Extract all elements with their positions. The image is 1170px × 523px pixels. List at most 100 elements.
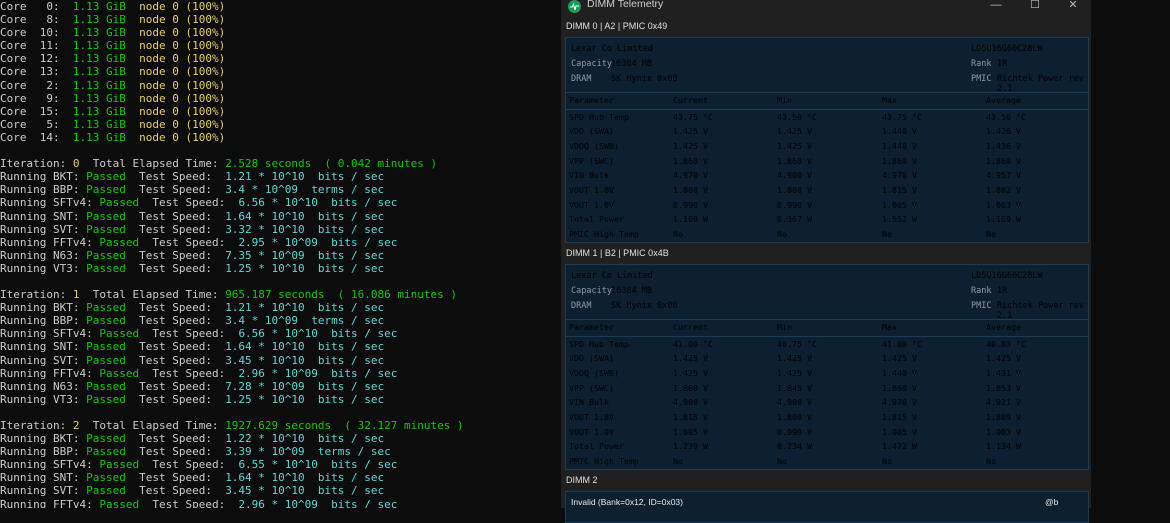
test-speed-label: Test Speed: xyxy=(139,379,226,393)
table-cell: 40.83 °C xyxy=(986,338,1026,349)
test-speed-label: Test Speed: xyxy=(152,327,239,341)
table-row: SPD Hub Temp 41.00 °C 40.75 °C 41.00 °C 40.8… xyxy=(566,337,1088,352)
test-pad xyxy=(139,196,152,209)
test-speed-value: 3.45 * 10^10 bits / sec xyxy=(225,484,385,498)
table-cell: VDDQ (SWB) xyxy=(569,367,619,378)
dimm-1-info: Lexar Co Limited LD5U16G60C28LW Capacity… xyxy=(566,265,1088,321)
core-id: Core 9: xyxy=(0,91,60,105)
test-status: Passed xyxy=(86,471,126,485)
pmic-label: PMIC xyxy=(971,74,992,84)
test-status: Passed xyxy=(99,327,140,341)
test-speed-value: 1.64 * 10^10 bits / sec xyxy=(225,340,385,354)
test-line: Running BBP: Passed Test Speed: 3.4 * 10… xyxy=(0,183,560,196)
test-speed-value: 1.64 * 10^10 bits / sec xyxy=(225,209,385,223)
table-row: VIN Bulk 4.900 V 4.900 V 4.970 V 4.921 V xyxy=(566,395,1088,410)
table-cell: VIN Bulk xyxy=(569,170,609,181)
test-speed-label: Test Speed: xyxy=(139,314,226,328)
maximize-button[interactable]: ☐ xyxy=(1017,0,1053,13)
core-node: node 0 (100%) xyxy=(139,91,226,105)
table-cell: 1.552 W xyxy=(882,214,917,225)
dimm-1-header: DIMM 1 | B2 | PMIC 0x4B xyxy=(566,248,669,258)
test-name: Running SNT: xyxy=(0,471,87,485)
core-line: Core 9: 1.13 GiB node 0 (100%) xyxy=(0,92,560,105)
test-pad xyxy=(126,354,139,367)
table-cell: No xyxy=(673,456,683,466)
test-speed-value: 1.25 * 10^10 bits / sec xyxy=(225,261,385,275)
table-row: VOUT 1.0V 0.990 V 0.990 V 1.005 V 1.003 V xyxy=(566,198,1088,213)
table-cell: 1.472 W xyxy=(882,441,917,452)
dimm-part-number: LD5U16G60C28LW xyxy=(971,44,1043,54)
elapsed-time: 1927.629 seconds ( 32.127 minutes ) xyxy=(225,419,464,432)
test-speed-label: Test Speed: xyxy=(139,445,226,459)
core-memory: 1.13 GiB xyxy=(72,117,126,131)
test-name: Running BKT: xyxy=(0,170,87,184)
table-cell: 1.431 V xyxy=(986,367,1021,378)
table-cell: VIN Bulk xyxy=(569,397,609,408)
core-node: node 0 (100%) xyxy=(139,26,226,40)
test-status: Passed xyxy=(86,183,126,197)
table-cell: 1.005 V xyxy=(673,426,708,437)
table-cell: 1.425 V xyxy=(673,367,708,378)
table-cell: 43.75 °C xyxy=(882,111,922,122)
test-status: Passed xyxy=(86,379,126,393)
close-button[interactable]: ✕ xyxy=(1055,0,1091,13)
rank-value: 1R xyxy=(997,286,1008,296)
table-cell: 43.50 °C xyxy=(777,111,817,122)
minimize-button[interactable]: — xyxy=(978,0,1014,13)
test-status: Passed xyxy=(86,445,126,459)
table-cell: VPP (SWC) xyxy=(569,155,614,166)
test-pad xyxy=(139,498,152,508)
dram-label: DRAM xyxy=(571,74,592,84)
table-cell: 1.425 V xyxy=(882,353,917,364)
table-header: Parameter Current Min Max Average xyxy=(566,320,1088,337)
title-bar[interactable]: DIMM Telemetry — ☐ ✕ xyxy=(561,0,1091,17)
core-id: Core 12: xyxy=(0,52,60,66)
test-line: Running N63: Passed Test Speed: 7.35 * 1… xyxy=(0,249,560,262)
test-speed-value: 3.39 * 10^09 terms / sec xyxy=(225,445,391,459)
test-name: Running N63: xyxy=(0,248,87,262)
test-pad xyxy=(126,210,139,223)
column-header: Min xyxy=(777,95,792,105)
core-memory: 1.13 GiB xyxy=(72,78,126,92)
column-header: Average xyxy=(986,95,1021,105)
core-node: node 0 (100%) xyxy=(139,117,226,131)
test-line: Running SVT: Passed Test Speed: 3.45 * 1… xyxy=(0,354,560,367)
test-status: Passed xyxy=(86,261,126,275)
core-memory: 1.13 GiB xyxy=(72,130,126,144)
iteration-header: Iteration: 2 Total Elapsed Time: 1927.62… xyxy=(0,419,560,432)
dimm-0-info: Lexar Co Limited LD5U16G60C28LW Capacity… xyxy=(566,38,1088,94)
table-cell: 1.860 V xyxy=(882,155,917,166)
test-status: Passed xyxy=(99,366,140,380)
table-cell: VOUT 1.8V xyxy=(569,184,614,195)
table-cell: 4.900 V xyxy=(673,397,708,408)
table-cell: 0.234 W xyxy=(777,441,812,452)
table-row: VIN Bulk 4.970 V 4.900 V 4.970 V 4.957 V xyxy=(566,168,1088,183)
table-cell: 40.75 °C xyxy=(777,338,817,349)
pmic-value: Richtek Power rev 2.1 xyxy=(997,301,1084,321)
core-node: node 0 (100%) xyxy=(139,52,226,66)
table-cell: 1.239 W xyxy=(673,441,708,452)
test-pad xyxy=(139,367,152,380)
test-pad xyxy=(139,327,152,340)
table-cell: 1.860 V xyxy=(673,155,708,166)
iteration-header: Iteration: 0 Total Elapsed Time: 2.528 s… xyxy=(0,157,560,170)
table-cell: PMIC High Temp xyxy=(569,456,639,466)
test-line: Running SVT: Passed Test Speed: 3.45 * 1… xyxy=(0,484,560,497)
dram-value: SK Hynix 0x00 xyxy=(611,74,678,84)
column-header: Parameter xyxy=(569,322,614,332)
column-header: Current xyxy=(673,95,708,105)
test-status: Passed xyxy=(86,392,126,406)
table-cell: 4.921 V xyxy=(986,397,1021,408)
test-name: Running BBP: xyxy=(0,445,87,459)
test-name: Running BBP: xyxy=(0,183,87,197)
test-status: Passed xyxy=(86,484,126,498)
table-cell: 1.425 V xyxy=(777,126,812,137)
table-cell: 1.003 V xyxy=(986,199,1021,210)
test-speed-label: Test Speed: xyxy=(152,366,239,380)
test-pad xyxy=(126,314,139,327)
pmic-value: Richtek Power rev 2.1 xyxy=(997,74,1084,94)
test-speed-value: 2.95 * 10^09 bits / sec xyxy=(238,235,398,249)
table-cell: 1.809 V xyxy=(986,411,1021,422)
core-id: Core 13: xyxy=(0,65,60,79)
